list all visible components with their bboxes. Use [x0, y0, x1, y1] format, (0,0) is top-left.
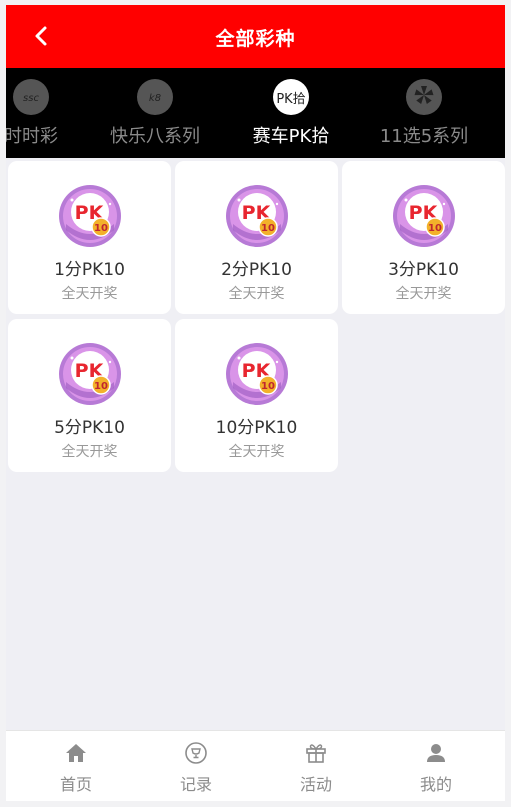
header-bar: 全部彩种 [6, 5, 505, 68]
game-draw-schedule: 全天开奖 [61, 286, 118, 302]
11x5-logo-icon [406, 79, 442, 115]
game-card-10min-pk10[interactable]: PK 10 10分PK10 全天开奖 [175, 319, 338, 472]
game-card-3min-pk10[interactable]: PK 10 3分PK10 全天开奖 [342, 161, 505, 314]
nav-activities[interactable]: 活动 [256, 731, 376, 801]
category-tabs[interactable]: ssc 时时彩 k8 快乐八系列 PK拾 赛车PK拾 11选5系列 [6, 68, 505, 158]
pk10-badge-icon: PK10 [58, 343, 121, 405]
svg-text:10: 10 [428, 223, 442, 234]
svg-text:10: 10 [261, 381, 275, 392]
nav-mine[interactable]: 我的 [376, 731, 496, 801]
app-frame: 全部彩种 ssc 时时彩 k8 快乐八系列 PK拾 赛车PK拾 11选5系列 P… [6, 5, 505, 801]
home-icon [66, 744, 86, 762]
gift-icon [306, 744, 326, 763]
user-icon [427, 744, 445, 762]
nav-label: 首页 [59, 775, 92, 794]
game-draw-schedule: 全天开奖 [395, 286, 452, 302]
svg-text:10: 10 [261, 223, 275, 234]
nav-label: 活动 [299, 775, 332, 794]
game-name: 3分PK10 [388, 260, 459, 280]
svg-text:10: 10 [94, 381, 108, 392]
nav-home[interactable]: 首页 [16, 731, 136, 801]
game-name: 5分PK10 [54, 418, 125, 438]
bottom-nav: 首页 记录 活动 我的 [6, 730, 505, 801]
game-name: 10分PK10 [215, 418, 298, 438]
happy8-logo-icon: k8 [137, 79, 173, 115]
nav-records[interactable]: 记录 [136, 731, 256, 801]
game-name: 2分PK10 [221, 260, 292, 280]
game-draw-schedule: 全天开奖 [228, 444, 285, 460]
nav-label: 记录 [179, 775, 212, 794]
tab-label: 时时彩 [6, 126, 58, 147]
pk10-logo-text: PK拾 [276, 91, 306, 107]
page-title: 全部彩种 [215, 28, 296, 50]
pk10-badge-icon: PK10 [225, 343, 288, 405]
game-card-5min-pk10[interactable]: PK 10 5分PK10 全天开奖 [8, 319, 171, 472]
tab-pk10[interactable]: PK拾 赛车PK拾 [226, 68, 356, 158]
pk10-badge-icon: PK10 [58, 185, 121, 247]
tab-label: 赛车PK拾 [252, 126, 330, 147]
game-name: 1分PK10 [54, 260, 125, 280]
tab-ssc[interactable]: ssc 时时彩 [6, 68, 96, 158]
trophy-record-icon [185, 742, 207, 764]
svg-text:10: 10 [94, 223, 108, 234]
ssc-logo-icon: ssc [13, 79, 49, 115]
pk10-logo-icon: PK拾 [273, 79, 309, 115]
pk10-badge-icon: PK10 [225, 185, 288, 247]
game-draw-schedule: 全天开奖 [61, 444, 118, 460]
tab-label: 11选5系列 [379, 126, 469, 147]
svg-text:ssc: ssc [23, 93, 39, 104]
game-draw-schedule: 全天开奖 [228, 286, 285, 302]
tab-label: 快乐八系列 [110, 126, 200, 147]
svg-text:k8: k8 [149, 93, 161, 104]
pk10-badge-icon: PK10 [392, 185, 455, 247]
tab-11x5[interactable]: 11选5系列 [359, 68, 489, 158]
tab-happy8[interactable]: k8 快乐八系列 [90, 68, 220, 158]
game-card-2min-pk10[interactable]: PK 10 2分PK10 全天开奖 [175, 161, 338, 314]
game-card-1min-pk10[interactable]: PK 10 1分PK10 全天开奖 [8, 161, 171, 314]
nav-label: 我的 [419, 775, 452, 794]
